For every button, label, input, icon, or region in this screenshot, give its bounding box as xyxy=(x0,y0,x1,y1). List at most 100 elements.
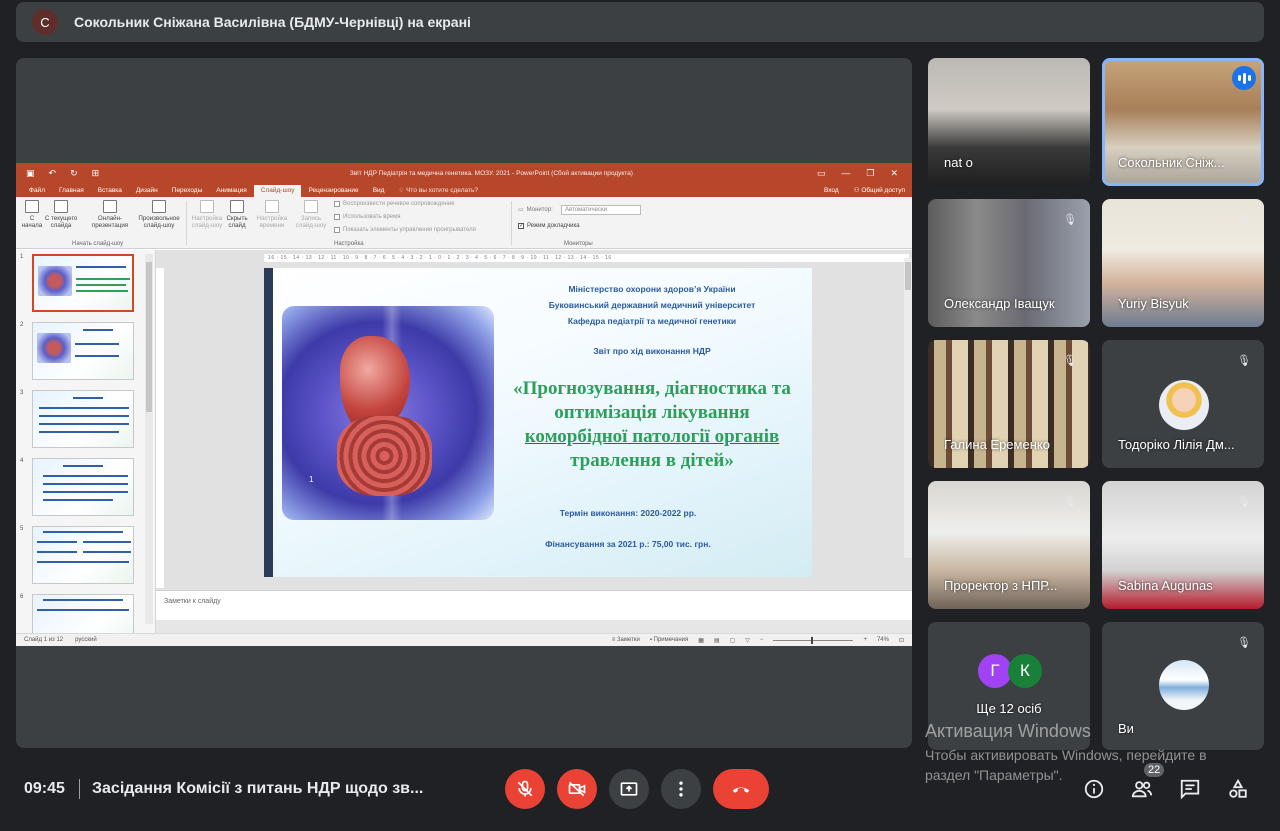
participant-tile-eremenko[interactable]: 🎙 Галина Еременко xyxy=(928,340,1090,468)
people-button[interactable] xyxy=(1129,776,1155,802)
camera-toggle-button[interactable] xyxy=(557,769,597,809)
thumb-line xyxy=(37,551,77,553)
thumbnail-number: 1 xyxy=(20,254,24,260)
mic-off-icon: 🎙 xyxy=(1237,636,1251,649)
participant-tile-augunas[interactable]: 🎙 Sabina Augunas xyxy=(1102,481,1264,609)
vertical-ruler xyxy=(156,268,164,588)
avatar xyxy=(1159,660,1209,710)
audio-bar xyxy=(1237,75,1241,81)
thumbnail-number: 4 xyxy=(20,458,24,464)
participant-tile-presenter[interactable]: Сокольник Сніж... xyxy=(1102,58,1264,186)
scrollbar-knob xyxy=(905,262,911,290)
checkbox-box xyxy=(334,214,340,220)
close-icon: ✕ xyxy=(890,168,898,178)
redo-icon: ↻ xyxy=(70,168,78,178)
thumbnail-5: 5 xyxy=(20,526,134,584)
more-options-button[interactable] xyxy=(661,769,701,809)
camera-off-icon xyxy=(568,781,586,797)
participant-name: Sabina Augunas xyxy=(1118,578,1213,593)
participant-tile-nat-o[interactable]: nat o xyxy=(928,58,1090,186)
thumbnail-3: 3 xyxy=(20,390,134,448)
custom-show-button: Произвольное слайд-шоу xyxy=(134,200,184,229)
microphone-toggle-button[interactable] xyxy=(505,769,545,809)
hide-slide-icon xyxy=(230,200,244,213)
status-right: ≡ Заметки ▪ Примечания ▦ ▤ ▢ ▽ − + 74% ⊡ xyxy=(612,636,904,644)
tab-file: Файл xyxy=(29,187,45,194)
normal-view-icon: ▦ xyxy=(698,637,704,644)
fit-slide-icon: ⊡ xyxy=(898,637,904,644)
thumb-line xyxy=(63,465,103,467)
hide-slide-button: Скрыть слайд xyxy=(224,200,250,229)
thumb-line xyxy=(43,531,123,533)
chat-button[interactable] xyxy=(1177,776,1203,802)
slide-university: Буковинський державний медичний універси… xyxy=(548,300,756,310)
group-setup: Настройка xyxy=(334,241,364,247)
notes-toggle: ≡ Заметки xyxy=(612,637,640,643)
slide-number: 1 xyxy=(309,475,314,484)
lightbulb-icon: ♢ xyxy=(398,187,405,194)
slide-thumb xyxy=(32,526,134,584)
presenter-avatar: С xyxy=(32,9,58,35)
participant-tile-ivashchuk[interactable]: 🎙 Олександр Іващук xyxy=(928,199,1090,327)
avatar xyxy=(1159,380,1209,430)
thumb-line xyxy=(76,284,126,286)
slide-editor: · 16 · 15 · 14 · 13 · 12 · 11 · 10 · 9 ·… xyxy=(156,250,912,590)
thumb-line xyxy=(83,551,131,553)
record-label: Запись слайд-шоу xyxy=(295,215,327,229)
meeting-details-button[interactable] xyxy=(1081,776,1107,802)
present-now-button[interactable] xyxy=(609,769,649,809)
participant-tile-bisyuk[interactable]: 🎙 Yuriy Bisyuk xyxy=(1102,199,1264,327)
ribbon-separator xyxy=(186,201,187,245)
tab-home: Главная xyxy=(58,187,84,194)
slide-thumb xyxy=(32,458,134,516)
activities-button[interactable] xyxy=(1225,776,1251,802)
sorter-view-icon: ▤ xyxy=(713,637,720,644)
audio-bar xyxy=(1247,75,1251,81)
share-label: Общий доступ xyxy=(861,187,905,194)
thumb-line xyxy=(76,278,130,280)
activities-icon xyxy=(1229,778,1247,798)
ribbon-display-icon: ▭ xyxy=(816,168,826,178)
ppt-titlebar: ▣ ↶ ↻ ⊞ Звіт НДР Педіатрія та медична ге… xyxy=(16,163,912,184)
checkbox-box xyxy=(334,201,340,207)
checkbox-box xyxy=(334,227,340,233)
from-start-label: С начала xyxy=(21,215,43,229)
thumb-line xyxy=(73,397,103,399)
participant-tile-self[interactable]: 🎙 Ви xyxy=(1102,622,1264,750)
language: русский xyxy=(75,637,97,643)
from-current-button: С текущего слайда xyxy=(42,200,80,229)
scrollbar-knob xyxy=(146,262,152,412)
participant-tile-todoriko[interactable]: 🎙 Тодоріко Лілія Дм... xyxy=(1102,340,1264,468)
thumb-line xyxy=(75,355,119,357)
meeting-clock: 09:45 xyxy=(24,780,65,797)
thumb-image xyxy=(38,266,72,296)
ppt-document-title: Звіт НДР Педіатрія та медична генетика. … xyxy=(349,170,633,177)
monitor-select: Автоматически xyxy=(561,205,641,215)
participant-tile-prorector[interactable]: 🎙 Проректор з НПР... xyxy=(928,481,1090,609)
more-vert-icon xyxy=(679,781,683,797)
ppt-body: 1 2 3 4 5 6 · 16 · 15 · 14 · 13 · 12 · 1… xyxy=(16,250,912,646)
from-start-icon xyxy=(25,200,39,213)
notes-pane: Заметки к слайду xyxy=(156,590,912,620)
mic-off-icon: 🎙 xyxy=(1237,495,1251,508)
online-label: Онлайн- презентация xyxy=(91,215,129,229)
person-icon: ⚇ xyxy=(853,187,860,194)
powerpoint-window: ▣ ↶ ↻ ⊞ Звіт НДР Педіатрія та медична ге… xyxy=(16,163,912,646)
tab-slideshow: Слайд-шоу xyxy=(253,185,302,197)
thumb-line xyxy=(75,343,119,345)
slide-title-line-3-text: коморбідної патології органів xyxy=(524,426,780,447)
online-presentation-button: Онлайн- презентация xyxy=(86,200,134,229)
window-controls: ▭ — ❐ ✕ xyxy=(817,168,912,179)
slide-report: Звіт про хід виконання НДР xyxy=(593,346,711,356)
setup-label: Настройка слайд-шоу xyxy=(191,215,223,229)
slide-title-line-4: травлення в дітей» xyxy=(570,450,734,471)
slide-term: Термін виконання: 2020-2022 рр. xyxy=(559,508,697,518)
thumb-line xyxy=(43,491,128,493)
horizontal-ruler: · 16 · 15 · 14 · 13 · 12 · 11 · 10 · 9 ·… xyxy=(264,254,909,262)
thumb-line xyxy=(39,423,129,425)
divider xyxy=(79,779,80,799)
leave-call-button[interactable] xyxy=(713,769,769,809)
zoom-level: 74% xyxy=(876,637,889,643)
shared-screen-stage[interactable]: ▣ ↶ ↻ ⊞ Звіт НДР Педіатрія та медична ге… xyxy=(16,58,912,748)
slide-count: Слайд 1 из 12 xyxy=(24,637,64,643)
